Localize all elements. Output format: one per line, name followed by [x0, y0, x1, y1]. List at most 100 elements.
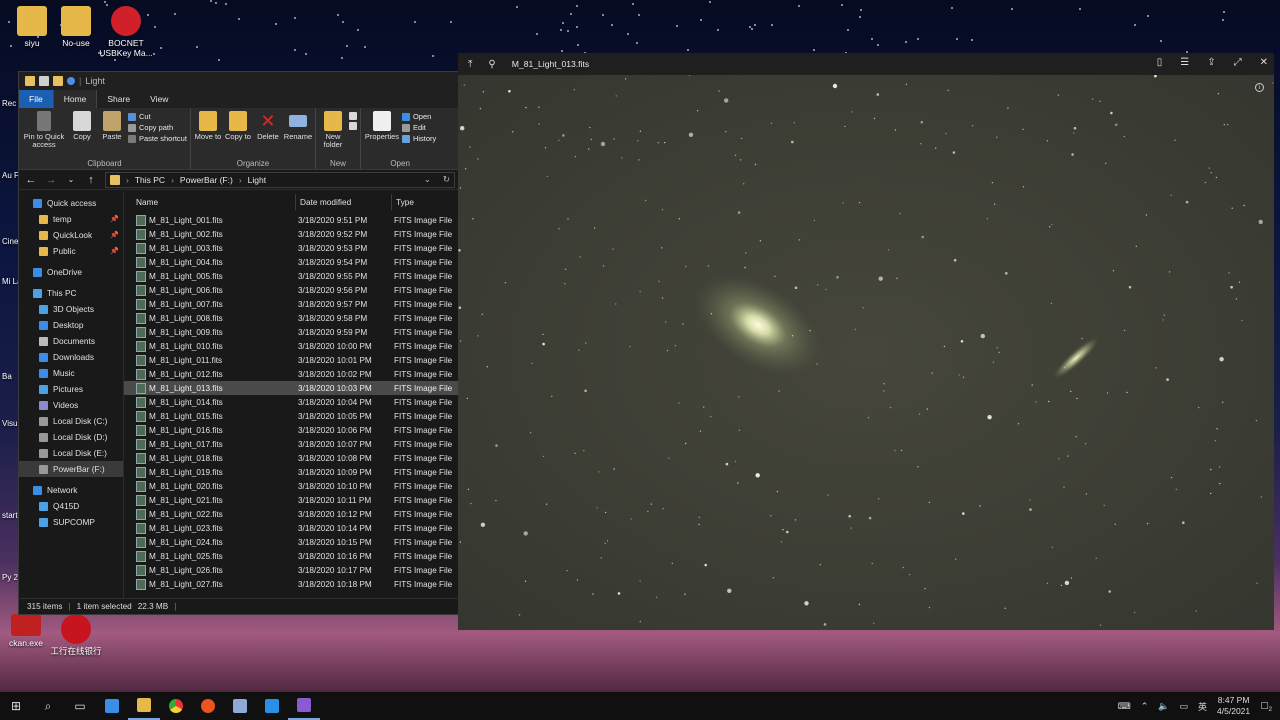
taskbar-ubuntu[interactable] [192, 692, 224, 720]
table-row[interactable]: M_81_Light_025.fits 3/18/2020 10:16 PM FIT… [124, 549, 459, 563]
table-row[interactable]: M_81_Light_024.fits 3/18/2020 10:15 PM FIT… [124, 535, 459, 549]
nav-item-desktop[interactable]: Desktop [19, 317, 123, 333]
refresh-icon[interactable]: ↻ [443, 174, 450, 185]
share-icon[interactable]: ⇪ [1207, 57, 1215, 68]
desktop-icon-label[interactable]: Rec [2, 99, 16, 109]
history-button[interactable]: History [401, 134, 436, 143]
viewer-titlebar[interactable]: ⤒ ⚲ M_81_Light_013.fits [458, 53, 1274, 75]
table-row[interactable]: M_81_Light_005.fits 3/18/2020 9:55 PM FITS… [124, 269, 459, 283]
undo-icon[interactable] [67, 77, 75, 85]
language-icon[interactable]: 英 [1198, 700, 1207, 713]
nav-item-public[interactable]: Public 📌 [19, 243, 123, 259]
table-row[interactable]: M_81_Light_023.fits 3/18/2020 10:14 PM FIT… [124, 521, 459, 535]
nav-item-documents[interactable]: Documents [19, 333, 123, 349]
table-row[interactable]: M_81_Light_007.fits 3/18/2020 9:57 PM FITS… [124, 297, 459, 311]
paste-shortcut-button[interactable]: Paste shortcut [128, 134, 187, 143]
nav-item-local-disk-d[interactable]: Local Disk (D:) [19, 429, 123, 445]
volume-icon[interactable]: 🔈 [1158, 701, 1169, 712]
network-icon[interactable]: ▭ [1180, 701, 1189, 712]
paste-button[interactable]: Paste [98, 111, 126, 157]
taskbar-file-explorer[interactable] [128, 692, 160, 720]
table-row[interactable]: M_81_Light_017.fits 3/18/2020 10:07 PM FIT… [124, 437, 459, 451]
breadcrumb-drive[interactable]: PowerBar (F:) [180, 175, 233, 185]
nav-item-music[interactable]: Music [19, 365, 123, 381]
image-viewer-window[interactable]: ⤒ ⚲ M_81_Light_013.fits ▯ ☰ ⇪ ⤢ ✕ i [458, 53, 1274, 630]
new-folder-button[interactable]: New folder [319, 111, 347, 157]
notification-center-icon[interactable]: ▢2 [1260, 700, 1272, 713]
input-method-icon[interactable]: ⌨ [1118, 701, 1131, 712]
back-arrow-icon[interactable]: ← [25, 174, 37, 186]
tab-file[interactable]: File [19, 90, 53, 108]
delete-button[interactable]: ✕ Delete [254, 111, 282, 157]
table-row[interactable]: M_81_Light_021.fits 3/18/2020 10:11 PM FIT… [124, 493, 459, 507]
address-bar[interactable]: › This PC › PowerBar (F:) › Light ⌄ ↻ [105, 171, 455, 188]
desktop-icon-bocnet[interactable]: BOCNET USBKey Ma... [94, 6, 158, 59]
table-row[interactable]: M_81_Light_001.fits 3/18/2020 9:51 PM FITS… [124, 213, 459, 227]
clock[interactable]: 8:47 PM 4/5/2021 [1217, 695, 1250, 716]
nav-item-powerbar-f[interactable]: PowerBar (F:) [19, 461, 123, 477]
cut-button[interactable]: Cut [128, 112, 187, 121]
new-folder-icon[interactable] [53, 76, 63, 86]
taskbar-visual-studio[interactable] [288, 692, 320, 720]
task-view-button[interactable]: ▭ [64, 692, 96, 720]
new-item-button[interactable] [348, 112, 357, 120]
table-row[interactable]: M_81_Light_026.fits 3/18/2020 10:17 PM FIT… [124, 563, 459, 577]
nav-item-downloads[interactable]: Downloads [19, 349, 123, 365]
taskbar-chrome[interactable] [160, 692, 192, 720]
breadcrumb-this-pc[interactable]: This PC [135, 175, 165, 185]
maximize-icon[interactable]: ⤢ [1234, 57, 1242, 68]
copy-button[interactable]: Copy [68, 111, 96, 157]
nav-item-network[interactable]: Network [19, 482, 123, 498]
table-row[interactable]: M_81_Light_010.fits 3/18/2020 10:00 PM FIT… [124, 339, 459, 353]
nav-item-onedrive[interactable]: OneDrive [19, 264, 123, 280]
table-row[interactable]: M_81_Light_011.fits 3/18/2020 10:01 PM FIT… [124, 353, 459, 367]
open-with-icon[interactable]: ☰ [1180, 57, 1189, 68]
nav-item-local-disk-c[interactable]: Local Disk (C:) [19, 413, 123, 429]
table-row[interactable]: M_81_Light_022.fits 3/18/2020 10:12 PM FIT… [124, 507, 459, 521]
open-button[interactable]: Open [401, 112, 436, 121]
nav-item-supcomp[interactable]: SUPCOMP [19, 514, 123, 530]
pin-to-quick-access-button[interactable]: Pin to Quick access [22, 111, 66, 157]
table-row[interactable]: M_81_Light_020.fits 3/18/2020 10:10 PM FIT… [124, 479, 459, 493]
nav-item-videos[interactable]: Videos [19, 397, 123, 413]
desktop-icon-label[interactable]: Visu [2, 419, 17, 429]
breadcrumb-folder[interactable]: Light [248, 175, 266, 185]
taskbar-office[interactable] [224, 692, 256, 720]
explorer-titlebar[interactable]: | Light [19, 72, 459, 90]
tab-share[interactable]: Share [97, 90, 140, 108]
table-row[interactable]: M_81_Light_012.fits 3/18/2020 10:02 PM FIT… [124, 367, 459, 381]
up-arrow-icon[interactable]: ↑ [85, 174, 97, 186]
table-row[interactable]: M_81_Light_002.fits 3/18/2020 9:52 PM FITS… [124, 227, 459, 241]
nav-item-temp[interactable]: temp 📌 [19, 211, 123, 227]
table-row[interactable]: M_81_Light_027.fits 3/18/2020 10:18 PM FIT… [124, 577, 459, 591]
table-row[interactable]: M_81_Light_009.fits 3/18/2020 9:59 PM FITS… [124, 325, 459, 339]
rename-button[interactable]: Rename [284, 111, 312, 157]
copy-path-button[interactable]: Copy path [128, 123, 187, 132]
copy-to-button[interactable]: Copy to [224, 111, 252, 157]
column-header-name[interactable]: Name [124, 194, 296, 210]
table-row[interactable]: M_81_Light_019.fits 3/18/2020 10:09 PM FIT… [124, 465, 459, 479]
nav-item-pictures[interactable]: Pictures [19, 381, 123, 397]
desktop-icon-icbc[interactable]: 工行在线银行 [44, 614, 108, 657]
table-row[interactable]: M_81_Light_016.fits 3/18/2020 10:06 PM FIT… [124, 423, 459, 437]
table-row[interactable]: M_81_Light_014.fits 3/18/2020 10:04 PM FIT… [124, 395, 459, 409]
nav-item-local-disk-e[interactable]: Local Disk (E:) [19, 445, 123, 461]
start-button[interactable]: ⊞ [0, 692, 32, 720]
nav-item-this-pc[interactable]: This PC [19, 285, 123, 301]
table-row[interactable]: M_81_Light_003.fits 3/18/2020 9:53 PM FITS… [124, 241, 459, 255]
search-button[interactable]: ⌕ [32, 692, 64, 720]
table-row[interactable]: M_81_Light_008.fits 3/18/2020 9:58 PM FITS… [124, 311, 459, 325]
column-header-date[interactable]: Date modified [296, 194, 392, 210]
move-to-button[interactable]: Move to [194, 111, 222, 157]
pin-icon[interactable]: ⚲ [488, 59, 495, 70]
recent-locations-chevron-icon[interactable]: ⌄ [65, 175, 77, 184]
tab-home[interactable]: Home [52, 90, 98, 108]
stay-on-top-icon[interactable]: ⤒ [468, 59, 472, 70]
nav-item-quicklook[interactable]: QuickLook 📌 [19, 227, 123, 243]
table-row[interactable]: M_81_Light_013.fits 3/18/2020 10:03 PM FIT… [124, 381, 459, 395]
forward-arrow-icon[interactable]: → [45, 174, 57, 186]
desktop-icon-label[interactable]: Ba [2, 372, 12, 382]
file-explorer-window[interactable]: | Light File Home Share View Pin to Quic… [18, 71, 460, 615]
table-row[interactable]: M_81_Light_018.fits 3/18/2020 10:08 PM FIT… [124, 451, 459, 465]
table-row[interactable]: M_81_Light_015.fits 3/18/2020 10:05 PM FIT… [124, 409, 459, 423]
